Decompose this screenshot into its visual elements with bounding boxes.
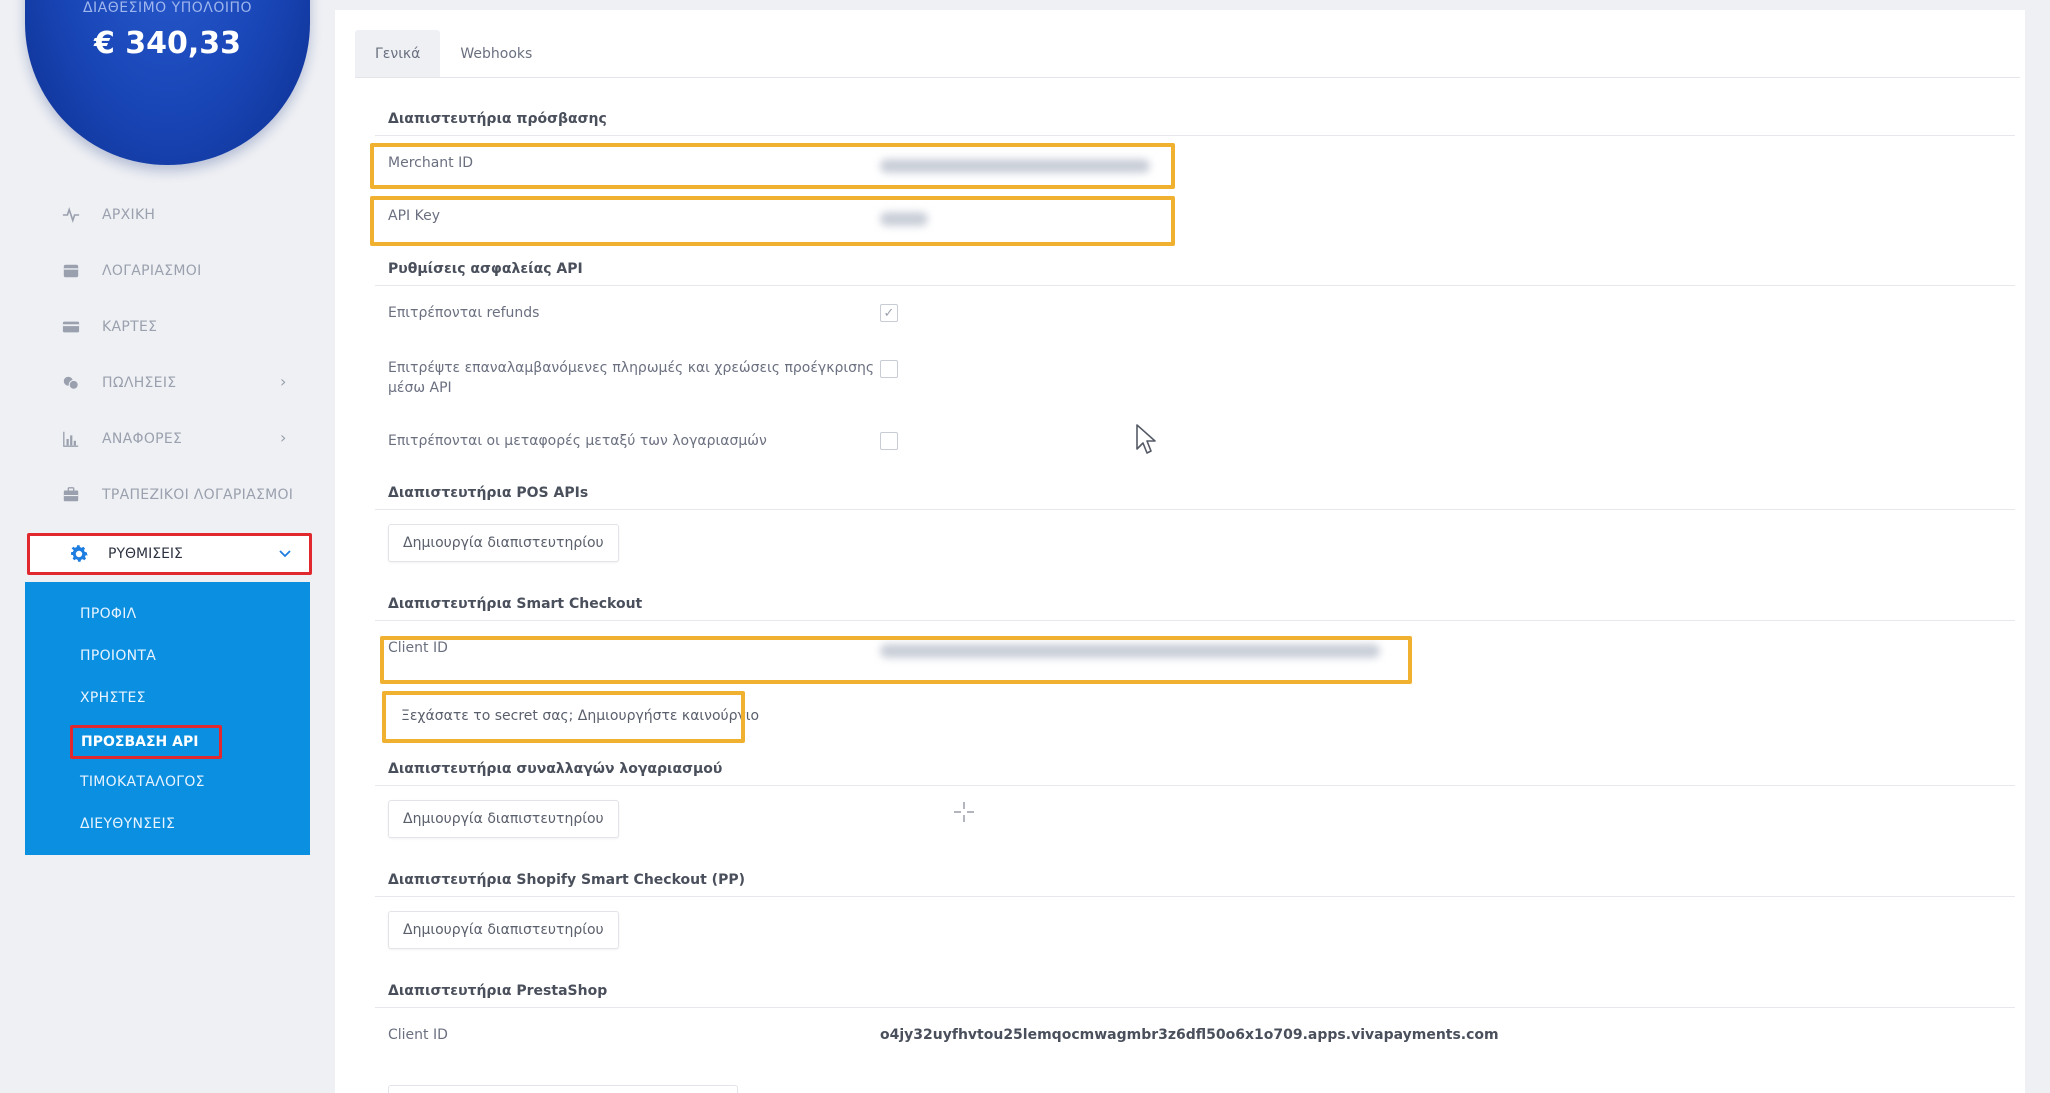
highlight-client-id [380, 636, 1412, 684]
submenu-item-addresses[interactable]: ΔΙΕΥΘΥΝΣΕΙΣ [80, 816, 175, 832]
tab-bar: Γενικά Webhooks [355, 30, 552, 78]
section-title-access: Διαπιστευτήρια πρόσβασης [388, 111, 607, 127]
section-divider [375, 285, 2015, 286]
submenu-item-profile[interactable]: ΠΡΟΦΙΛ [80, 606, 137, 622]
refunds-label: Επιτρέπονται refunds [388, 305, 540, 321]
sidebar-item-home[interactable]: ΑΡΧΙΚΗ [62, 200, 155, 230]
section-divider [375, 135, 2015, 136]
next-button-partial[interactable] [388, 1085, 738, 1093]
chevron-down-icon [279, 546, 291, 562]
coins-icon [62, 374, 80, 392]
sidebar-item-bank-accounts[interactable]: ΤΡΑΠΕΖΙΚΟΙ ΛΟΓΑΡΙΑΣΜΟΙ [62, 480, 293, 510]
sidebar-item-label: ΚΑΡΤΕΣ [102, 319, 158, 335]
balance-card: ΔΙΑΘΕΣΙΜΟ ΥΠΟΛΟΙΠΟ € 340,33 [25, 0, 310, 165]
balance-label: ΔΙΑΘΕΣΙΜΟ ΥΠΟΛΟΙΠΟ [82, 0, 253, 16]
submenu-item-api-access[interactable]: ΠΡΟΣΒΑΣΗ API [70, 725, 222, 759]
tab-divider [355, 77, 2020, 78]
prestashop-client-id-label: Client ID [388, 1027, 448, 1043]
sidebar-item-label: ΤΡΑΠΕΖΙΚΟΙ ΛΟΓΑΡΙΑΣΜΟΙ [102, 487, 294, 503]
section-title-prestashop: Διαπιστευτήρια PrestaShop [388, 983, 608, 999]
highlight-secret-button [382, 691, 745, 743]
prestashop-client-id-value: o4jy32uyfhvtou25lemqocmwagmbr3z6dfl50o6x… [880, 1027, 1499, 1043]
sidebar-item-accounts[interactable]: ΛΟΓΑΡΙΑΣΜΟΙ [62, 256, 202, 286]
sidebar-item-label: ΛΟΓΑΡΙΑΣΜΟΙ [102, 263, 202, 279]
sidebar-item-label: ΑΝΑΦΟΡΕΣ [102, 431, 183, 447]
section-divider [375, 509, 2015, 510]
highlight-api-key [370, 196, 1175, 246]
gear-icon [68, 543, 90, 565]
submenu-item-users[interactable]: ΧΡΗΣΤΕΣ [80, 690, 146, 706]
sidebar: ΔΙΑΘΕΣΙΜΟ ΥΠΟΛΟΙΠΟ € 340,33 ΑΡΧΙΚΗ ΛΟΓΑΡ… [0, 0, 335, 1093]
section-divider [375, 785, 2015, 786]
create-account-credential-button[interactable]: Δημιουργία διαπιστευτηρίου [388, 800, 619, 838]
section-title-account-transactions: Διαπιστευτήρια συναλλαγών λογαριασμού [388, 761, 723, 777]
activity-icon [62, 206, 80, 224]
section-divider [375, 1007, 2015, 1008]
create-shopify-credential-button[interactable]: Δημιουργία διαπιστευτηρίου [388, 911, 619, 949]
tab-general[interactable]: Γενικά [355, 30, 441, 78]
chevron-right-icon: › [280, 428, 287, 447]
bar-chart-icon [62, 430, 80, 448]
tab-webhooks[interactable]: Webhooks [440, 30, 552, 78]
section-divider [375, 620, 2015, 621]
submenu-item-pricelist[interactable]: ΤΙΜΟΚΑΤΑΛΟΓΟΣ [80, 774, 205, 790]
highlight-merchant-id [370, 143, 1175, 189]
recurring-checkbox[interactable] [880, 360, 898, 378]
chevron-right-icon: › [280, 372, 287, 391]
sidebar-item-label: ΠΩΛΗΣΕΙΣ [102, 375, 177, 391]
recurring-label: Επιτρέψτε επαναλαμβανόμενες πληρωμές και… [388, 360, 875, 376]
submenu-item-products[interactable]: ΠΡΟΙΟΝΤΑ [80, 648, 156, 664]
section-title-pos: Διαπιστευτήρια POS APIs [388, 485, 589, 501]
refunds-checkbox[interactable]: ✓ [880, 304, 898, 322]
create-pos-credential-button[interactable]: Δημιουργία διαπιστευτηρίου [388, 524, 619, 562]
wallet-icon [62, 262, 80, 280]
sidebar-item-label: ΡΥΘΜΙΣΕΙΣ [108, 546, 183, 562]
section-title-smart-checkout: Διαπιστευτήρια Smart Checkout [388, 596, 643, 612]
main-panel: Γενικά Webhooks Διαπιστευτήρια πρόσβασης… [335, 10, 2025, 1093]
section-divider [375, 896, 2015, 897]
transfers-label: Επιτρέπονται οι μεταφορές μεταξύ των λογ… [388, 433, 767, 449]
sidebar-item-label: ΑΡΧΙΚΗ [102, 207, 156, 223]
bank-icon [62, 486, 80, 504]
crosshair-cursor-icon [954, 802, 974, 822]
sidebar-item-cards[interactable]: ΚΑΡΤΕΣ [62, 312, 157, 342]
sidebar-item-reports[interactable]: ΑΝΑΦΟΡΕΣ [62, 424, 182, 454]
settings-submenu: ΠΡΟΦΙΛ ΠΡΟΙΟΝΤΑ ΧΡΗΣΤΕΣ ΠΡΟΣΒΑΣΗ API ΤΙΜ… [25, 582, 310, 855]
mouse-pointer-icon [1136, 424, 1156, 454]
sidebar-item-sales[interactable]: ΠΩΛΗΣΕΙΣ [62, 368, 176, 398]
transfers-checkbox[interactable] [880, 432, 898, 450]
check-icon: ✓ [883, 305, 895, 321]
balance-value: € 340,33 [93, 26, 242, 61]
recurring-label-line2: μέσω API [388, 380, 452, 396]
card-icon [62, 318, 80, 336]
sidebar-item-settings[interactable]: ΡΥΘΜΙΣΕΙΣ [27, 533, 312, 575]
section-title-shopify: Διαπιστευτήρια Shopify Smart Checkout (P… [388, 872, 745, 888]
section-title-security: Ρυθμίσεις ασφαλείας API [388, 261, 583, 277]
